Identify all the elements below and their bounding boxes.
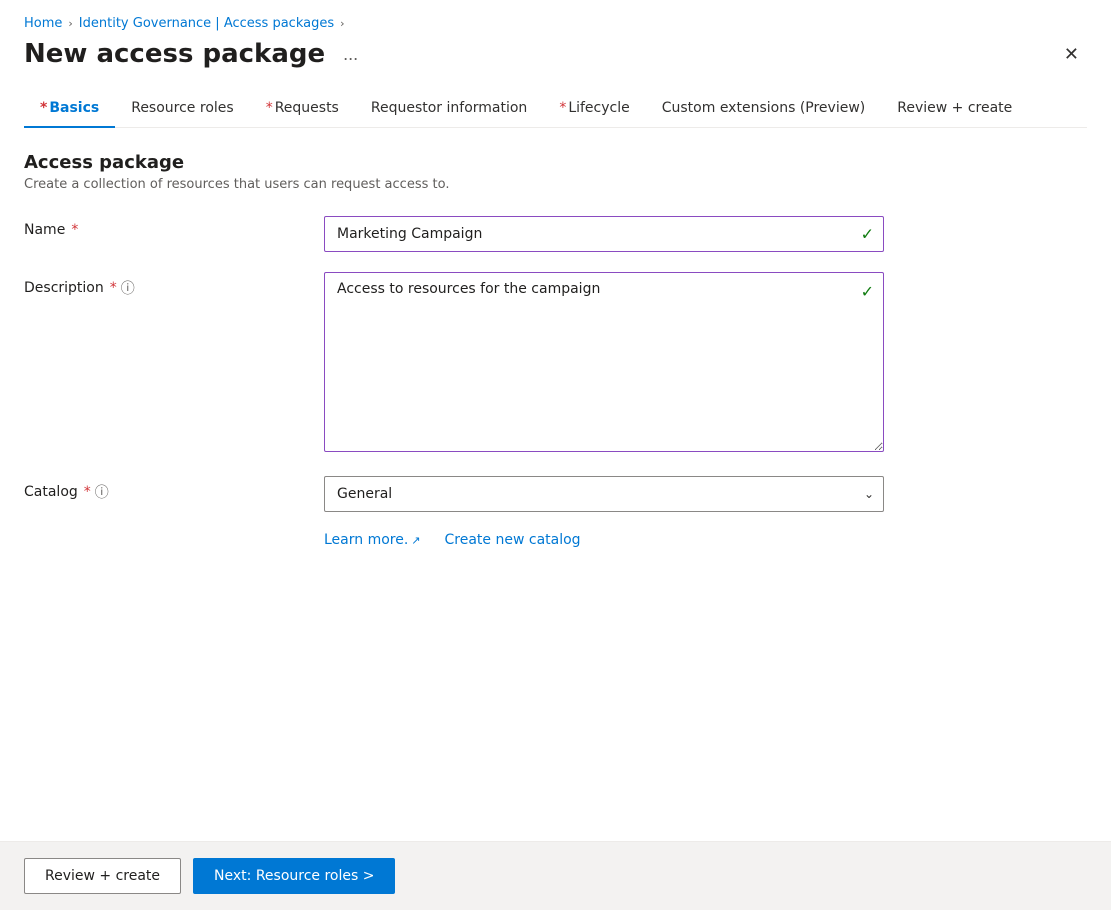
title-row: New access package ... ✕: [24, 39, 1087, 69]
breadcrumb: Home › Identity Governance | Access pack…: [24, 16, 1087, 31]
learn-more-link[interactable]: Learn more. ↗: [324, 532, 421, 548]
description-textarea[interactable]: Access to resources for the campaign: [324, 272, 884, 452]
panel-header: Home › Identity Governance | Access pack…: [0, 0, 1111, 128]
next-resource-roles-button[interactable]: Next: Resource roles >: [193, 858, 395, 894]
catalog-label: Catalog * ⓘ: [24, 476, 324, 502]
panel-content: Access package Create a collection of re…: [0, 128, 1111, 841]
tab-review-create[interactable]: Review + create: [881, 90, 1028, 128]
breadcrumb-chevron-2: ›: [340, 17, 344, 30]
breadcrumb-home[interactable]: Home: [24, 16, 62, 31]
section-description: Create a collection of resources that us…: [24, 177, 1087, 192]
tab-lifecycle[interactable]: *Lifecycle: [543, 90, 645, 128]
tab-requestor-information[interactable]: Requestor information: [355, 90, 543, 128]
breadcrumb-chevron-1: ›: [68, 17, 72, 30]
section-title: Access package: [24, 152, 1087, 173]
lifecycle-required-star: *: [559, 100, 566, 116]
close-button[interactable]: ✕: [1056, 41, 1087, 67]
description-required-star: *: [110, 280, 117, 296]
name-input-wrapper: ✓: [324, 216, 884, 252]
ellipsis-button[interactable]: ...: [335, 40, 366, 69]
description-textarea-wrapper: Access to resources for the campaign ✓: [324, 272, 884, 456]
catalog-control-wrap: General Default ⌄: [324, 476, 884, 512]
catalog-info-icon[interactable]: ⓘ: [95, 482, 109, 502]
name-label: Name *: [24, 216, 324, 238]
page-title: New access package: [24, 39, 325, 69]
catalog-form-group: Catalog * ⓘ General Default ⌄: [24, 476, 1087, 512]
new-access-package-panel: Home › Identity Governance | Access pack…: [0, 0, 1111, 910]
review-create-button[interactable]: Review + create: [24, 858, 181, 894]
panel-footer: Review + create Next: Resource roles >: [0, 841, 1111, 910]
description-label: Description * ⓘ: [24, 272, 324, 298]
learn-more-external-icon: ↗: [411, 534, 420, 547]
description-check-icon: ✓: [861, 282, 874, 301]
tabs-nav: *Basics Resource roles *Requests Request…: [24, 89, 1087, 128]
tab-basics[interactable]: *Basics: [24, 90, 115, 128]
basics-required-star: *: [40, 100, 47, 116]
catalog-required-star: *: [84, 484, 91, 500]
catalog-select-wrapper: General Default ⌄: [324, 476, 884, 512]
description-info-icon[interactable]: ⓘ: [121, 278, 135, 298]
create-catalog-link[interactable]: Create new catalog: [445, 532, 581, 548]
links-row: Learn more. ↗ Create new catalog: [24, 532, 1087, 548]
catalog-select[interactable]: General Default: [324, 476, 884, 512]
name-required-star: *: [71, 222, 78, 238]
tab-requests[interactable]: *Requests: [250, 90, 355, 128]
description-form-group: Description * ⓘ Access to resources for …: [24, 272, 1087, 456]
name-input[interactable]: [324, 216, 884, 252]
name-form-group: Name * ✓: [24, 216, 1087, 252]
tab-custom-extensions[interactable]: Custom extensions (Preview): [646, 90, 882, 128]
name-control-wrap: ✓: [324, 216, 884, 252]
tab-resource-roles[interactable]: Resource roles: [115, 90, 249, 128]
breadcrumb-identity-governance[interactable]: Identity Governance | Access packages: [79, 16, 334, 31]
name-check-icon: ✓: [861, 225, 874, 244]
description-control-wrap: Access to resources for the campaign ✓: [324, 272, 884, 456]
title-left: New access package ...: [24, 39, 366, 69]
requests-required-star: *: [266, 100, 273, 116]
